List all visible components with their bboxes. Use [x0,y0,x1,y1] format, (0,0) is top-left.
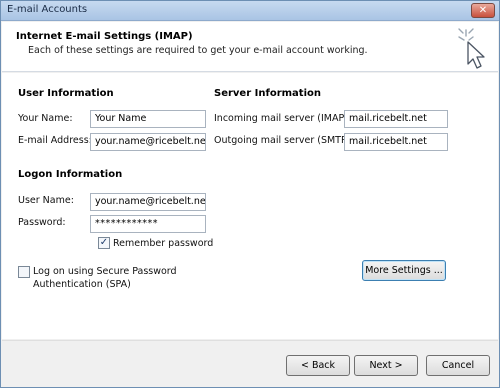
page-title: Internet E-mail Settings (IMAP) [16,31,193,42]
cancel-button[interactable]: Cancel [426,355,490,376]
spa-label-line2[interactable]: Authentication (SPA) [33,279,131,290]
user-information-heading: User Information [18,88,114,99]
incoming-server-field[interactable]: mail.ricebelt.net [344,110,448,128]
title-bar[interactable]: E-mail Accounts ✕ [1,1,499,21]
outgoing-server-field[interactable]: mail.ricebelt.net [344,133,448,151]
spa-label-line1[interactable]: Log on using Secure Password [33,266,177,277]
close-button[interactable]: ✕ [471,3,495,18]
password-field[interactable]: ************ [90,215,206,233]
email-address-field[interactable]: your.name@ricebelt.net [90,133,206,151]
checkmark-icon: ✓ [99,237,109,248]
settings-panel: User Information Your Name: Your Name E-… [2,73,498,339]
more-settings-button[interactable]: More Settings ... [362,260,446,281]
button-bar: < Back Next > Cancel [2,340,498,387]
next-button[interactable]: Next > [354,355,418,376]
incoming-server-label: Incoming mail server (IMAP): [214,113,352,124]
logon-information-heading: Logon Information [18,169,123,180]
page-subtitle: Each of these settings are required to g… [28,45,368,56]
your-name-label: Your Name: [18,113,73,124]
your-name-field[interactable]: Your Name [90,110,206,128]
password-label: Password: [18,217,66,228]
close-icon: ✕ [478,5,488,16]
remember-password-label[interactable]: Remember password [113,238,213,249]
dialog-header: Internet E-mail Settings (IMAP) Each of … [2,22,498,72]
pointer-click-icon [458,28,485,69]
window-title: E-mail Accounts [7,4,88,15]
email-address-label: E-mail Address: [18,135,92,146]
outgoing-server-label: Outgoing mail server (SMTP): [214,135,354,146]
user-name-field[interactable]: your.name@ricebelt.net [90,193,206,211]
remember-password-checkbox[interactable]: ✓ [98,237,110,249]
spa-checkbox[interactable] [18,266,30,278]
email-accounts-dialog: E-mail Accounts ✕ Internet E-mail Settin… [0,0,500,388]
back-button[interactable]: < Back [286,355,350,376]
server-information-heading: Server Information [214,88,321,99]
user-name-label: User Name: [18,195,74,206]
